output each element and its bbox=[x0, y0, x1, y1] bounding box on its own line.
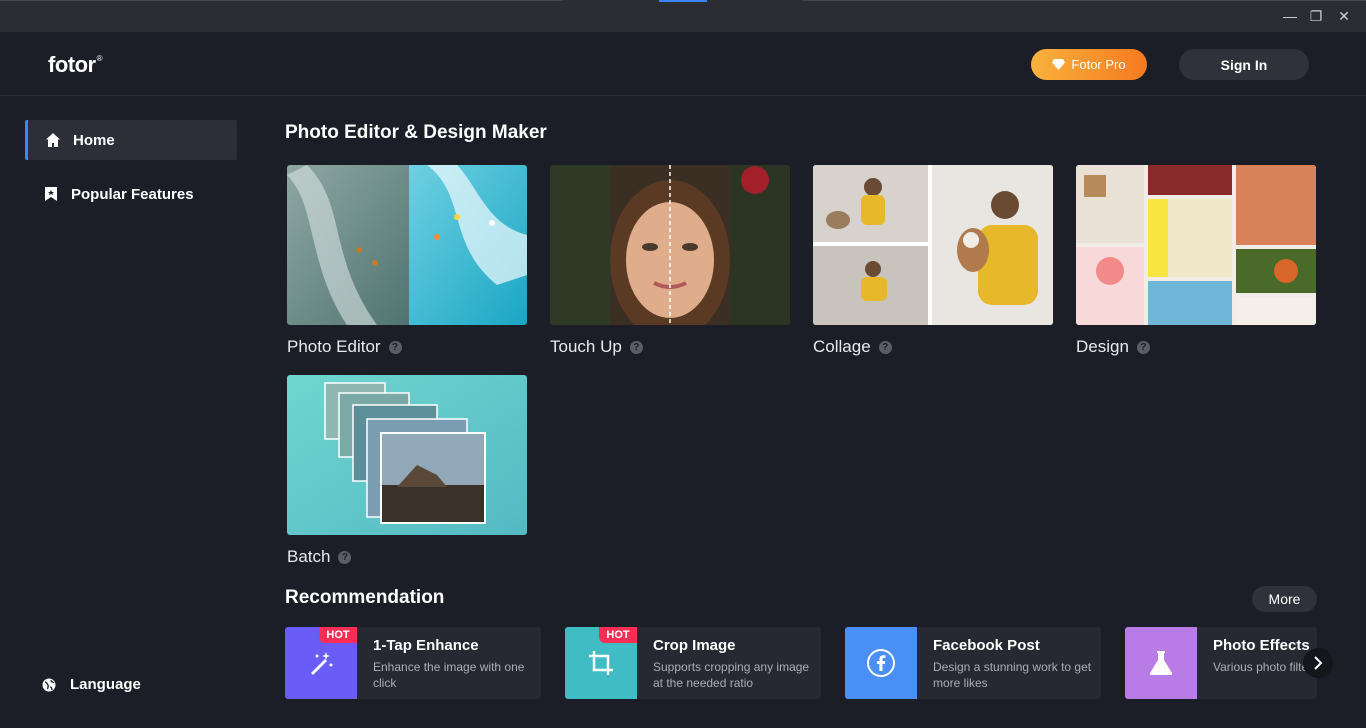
sidebar-item-label: Home bbox=[73, 131, 115, 149]
card-label: Design bbox=[1076, 337, 1129, 356]
title-bar: — ❐ ✕ bbox=[0, 0, 1366, 32]
recommendation-title: Crop Image bbox=[653, 637, 736, 654]
recommendation-desc: Supports cropping any image at the neede… bbox=[653, 660, 810, 690]
minimize-icon: — bbox=[1283, 8, 1297, 24]
sidebar-item-label: Popular Features bbox=[71, 185, 194, 203]
flask-icon bbox=[1125, 627, 1197, 699]
recommendation-card-1-tap-enhance[interactable]: HOT 1-Tap Enhance Enhance the image with… bbox=[285, 627, 541, 699]
close-icon: ✕ bbox=[1338, 7, 1350, 24]
recommendation-card-photo-effects[interactable]: Photo Effects Various photo filters at y… bbox=[1125, 627, 1317, 699]
restore-icon: ❐ bbox=[1309, 7, 1323, 24]
card-touch-up[interactable]: Touch Up? bbox=[550, 165, 790, 357]
recommendation-title: 1-Tap Enhance bbox=[373, 637, 479, 654]
card-label: Touch Up bbox=[550, 337, 622, 356]
more-button[interactable]: More bbox=[1252, 586, 1317, 612]
app-header: fotor® Fotor Pro Sign In bbox=[0, 32, 1366, 96]
hot-badge: HOT bbox=[319, 627, 357, 643]
globe-icon bbox=[42, 678, 56, 691]
card-design[interactable]: Design? bbox=[1076, 165, 1316, 357]
next-arrow-button[interactable] bbox=[1303, 648, 1333, 678]
help-icon[interactable]: ? bbox=[878, 340, 892, 354]
card-collage[interactable]: Collage? bbox=[813, 165, 1053, 357]
card-label: Photo Editor bbox=[287, 337, 381, 356]
sidebar-item-popular-features[interactable]: Popular Features bbox=[25, 174, 237, 214]
card-photo-editor[interactable]: Photo Editor? bbox=[287, 165, 527, 357]
recommendation-desc: Enhance the image with one click bbox=[373, 660, 525, 690]
collage-thumbnail bbox=[813, 165, 1053, 325]
sign-in-button[interactable]: Sign In bbox=[1179, 49, 1309, 80]
help-icon[interactable]: ? bbox=[1136, 340, 1150, 354]
fotor-logo: fotor® bbox=[48, 52, 103, 77]
title-bar-line bbox=[803, 0, 1366, 1]
recommendation-title: Photo Effects bbox=[1213, 637, 1310, 654]
card-label: Collage bbox=[813, 337, 871, 356]
recommendation-card-crop-image[interactable]: HOT Crop Image Supports cropping any ima… bbox=[565, 627, 821, 699]
home-icon bbox=[45, 132, 61, 148]
fotor-pro-button[interactable]: Fotor Pro bbox=[1031, 49, 1147, 80]
photo-editor-thumbnail bbox=[287, 165, 527, 325]
restore-button[interactable]: ❐ bbox=[1306, 6, 1326, 26]
batch-thumbnail bbox=[287, 375, 527, 535]
recommendation-card-facebook-post[interactable]: Facebook Post Design a stunning work to … bbox=[845, 627, 1101, 699]
bookmark-icon bbox=[43, 186, 59, 202]
design-thumbnail bbox=[1076, 165, 1316, 325]
touch-up-thumbnail bbox=[550, 165, 790, 325]
close-button[interactable]: ✕ bbox=[1334, 6, 1354, 26]
card-batch[interactable]: Batch? bbox=[287, 375, 527, 567]
facebook-icon bbox=[845, 627, 917, 699]
recommendation-desc: Various photo filters at your disposal bbox=[1213, 660, 1317, 674]
help-icon[interactable]: ? bbox=[338, 550, 352, 564]
help-icon[interactable]: ? bbox=[388, 340, 402, 354]
diamond-icon bbox=[1052, 59, 1066, 70]
title-bar-line bbox=[0, 0, 563, 1]
recommendation-desc: Design a stunning work to get more likes bbox=[933, 660, 1092, 690]
help-icon[interactable]: ? bbox=[629, 340, 643, 354]
section-title-recommendation: Recommendation bbox=[285, 587, 445, 608]
sidebar: Home Popular Features Language bbox=[0, 96, 256, 728]
title-bar-accent bbox=[659, 0, 707, 2]
hot-badge: HOT bbox=[599, 627, 637, 643]
language-button[interactable]: Language bbox=[42, 676, 141, 693]
recommendation-title: Facebook Post bbox=[933, 637, 1040, 654]
minimize-button[interactable]: — bbox=[1280, 6, 1300, 26]
chevron-right-icon bbox=[1314, 656, 1323, 670]
card-label: Batch bbox=[287, 547, 331, 566]
section-title-photo-editor: Photo Editor & Design Maker bbox=[285, 122, 547, 143]
sidebar-item-home[interactable]: Home bbox=[25, 120, 237, 160]
